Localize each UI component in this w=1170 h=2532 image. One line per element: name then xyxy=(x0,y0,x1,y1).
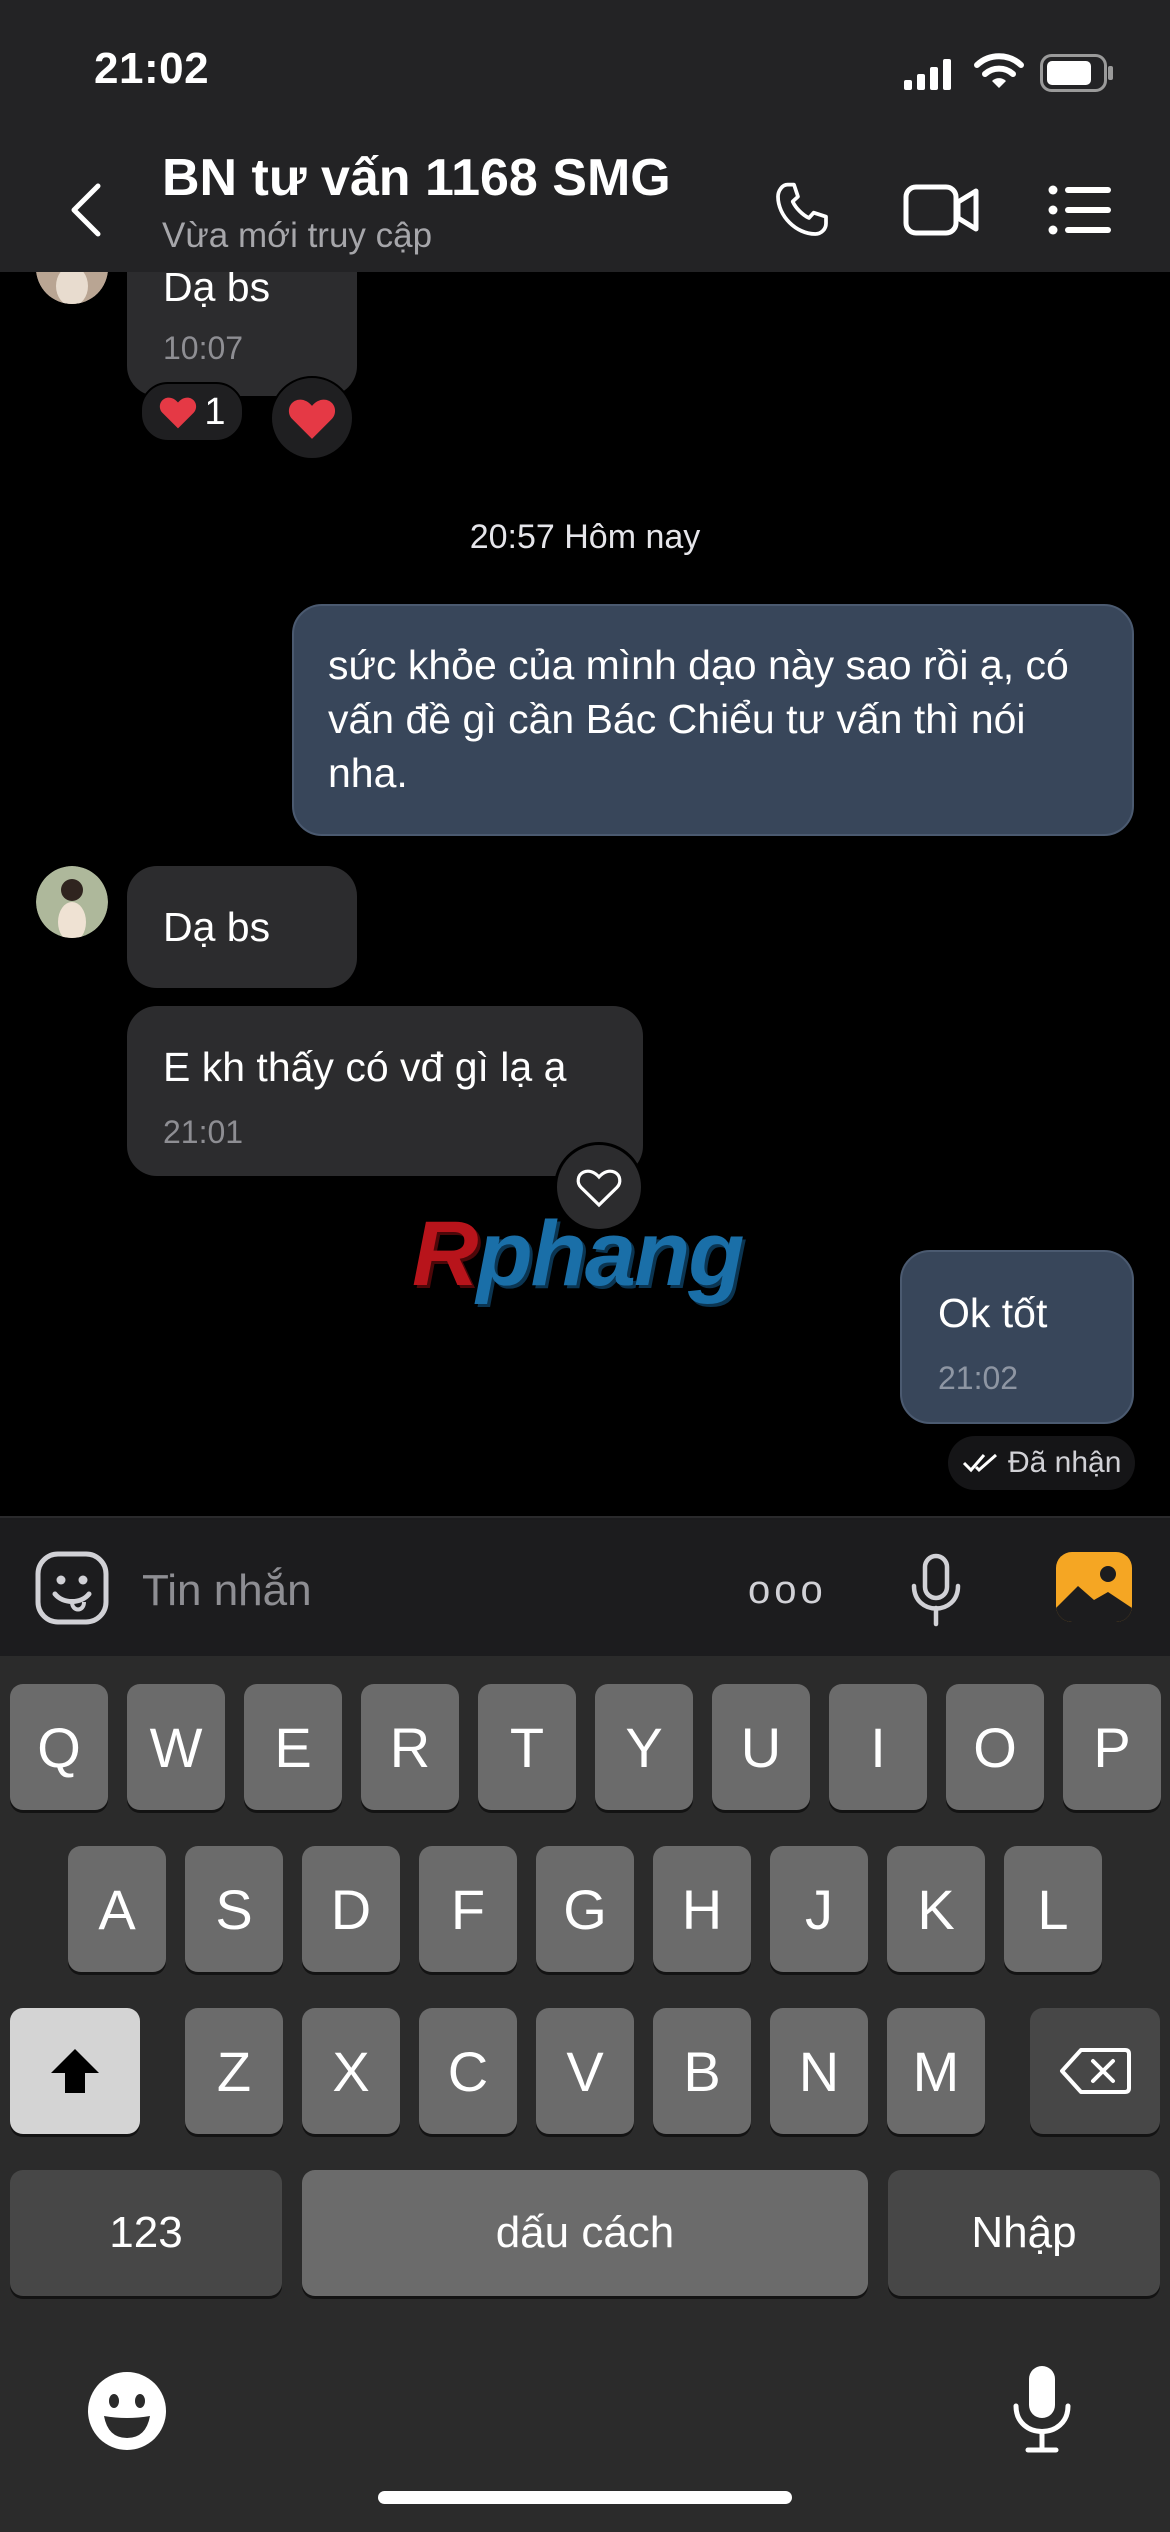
key-o[interactable]: O xyxy=(946,1684,1044,1810)
microphone-icon xyxy=(911,1553,961,1627)
sticker-icon xyxy=(35,1551,109,1625)
video-call-button[interactable] xyxy=(900,170,984,250)
backspace-key[interactable] xyxy=(1030,2008,1160,2134)
key-m[interactable]: M xyxy=(887,2008,985,2134)
menu-button[interactable] xyxy=(1040,170,1120,250)
key-b[interactable]: B xyxy=(653,2008,751,2134)
return-key[interactable]: Nhập xyxy=(888,2170,1160,2296)
key-i[interactable]: I xyxy=(829,1684,927,1810)
key-t[interactable]: T xyxy=(478,1684,576,1810)
photo-icon xyxy=(1056,1566,1132,1622)
back-icon xyxy=(71,183,101,237)
key-z[interactable]: Z xyxy=(185,2008,283,2134)
signal-icon xyxy=(904,58,952,95)
contact-avatar[interactable] xyxy=(36,866,108,938)
message-text: E kh thấy có vđ gì lạ ạ xyxy=(163,1044,567,1090)
message-input[interactable]: Tin nhắn xyxy=(142,1566,312,1616)
key-p[interactable]: P xyxy=(1063,1684,1161,1810)
key-g[interactable]: G xyxy=(536,1846,634,1972)
key-h[interactable]: H xyxy=(653,1846,751,1972)
message-time: 21:01 xyxy=(163,1114,244,1150)
shift-key[interactable] xyxy=(10,2008,140,2134)
heart-icon xyxy=(288,399,336,439)
message-text: Dạ bs xyxy=(163,904,271,950)
shift-icon xyxy=(51,2049,99,2093)
contact-avatar[interactable] xyxy=(36,272,108,304)
key-e[interactable]: E xyxy=(244,1684,342,1810)
battery-icon xyxy=(1040,54,1114,97)
key-n[interactable]: N xyxy=(770,2008,868,2134)
chat-subtitle: Vừa mới truy cập xyxy=(162,216,433,255)
sticker-button[interactable] xyxy=(34,1550,110,1631)
double-check-icon xyxy=(962,1453,997,1473)
delivery-status-text: Đã nhận xyxy=(1008,1446,1122,1479)
outgoing-message[interactable]: sức khỏe của mình dạo này sao rồi ạ, có … xyxy=(292,604,1134,836)
key-w[interactable]: W xyxy=(127,1684,225,1810)
video-call-icon xyxy=(903,184,979,236)
keyboard: Q W E R T Y U I O P A S D F G H J K L Z … xyxy=(0,1656,1170,2532)
backspace-icon xyxy=(1060,2048,1131,2094)
key-s[interactable]: S xyxy=(185,1846,283,1972)
call-button[interactable] xyxy=(760,170,844,250)
dictation-microphone-icon xyxy=(1013,2366,1071,2453)
emoji-keyboard-button[interactable] xyxy=(86,2370,168,2457)
message-time: 21:02 xyxy=(938,1360,1019,1396)
back-button[interactable] xyxy=(56,170,116,250)
chat-area[interactable]: Dạ bs 10:07 1 20:57 Hôm nay sức khỏe của… xyxy=(0,272,1170,1516)
key-u[interactable]: U xyxy=(712,1684,810,1810)
key-y[interactable]: Y xyxy=(595,1684,693,1810)
message-time: 10:07 xyxy=(163,330,244,366)
react-button[interactable] xyxy=(270,376,354,460)
key-x[interactable]: X xyxy=(302,2008,400,2134)
incoming-message[interactable]: Dạ bs xyxy=(127,866,357,988)
more-options-button[interactable]: ooo xyxy=(748,1568,827,1613)
delivery-status: Đã nhận xyxy=(948,1436,1136,1490)
watermark-text: phang xyxy=(476,1203,744,1305)
key-a[interactable]: A xyxy=(68,1846,166,1972)
key-j[interactable]: J xyxy=(770,1846,868,1972)
chat-header: 21:02 BN tư vấn 1168 SMG Vừa mới truy cậ… xyxy=(0,0,1170,274)
message-text: Dạ bs xyxy=(163,272,271,310)
key-q[interactable]: Q xyxy=(10,1684,108,1810)
numbers-key[interactable]: 123 xyxy=(10,2170,282,2296)
heart-icon xyxy=(160,397,197,429)
key-d[interactable]: D xyxy=(302,1846,400,1972)
message-text: Ok tốt xyxy=(938,1290,1048,1336)
date-separator: 20:57 Hôm nay xyxy=(469,518,701,556)
voice-record-button[interactable] xyxy=(906,1552,966,1633)
key-l[interactable]: L xyxy=(1004,1846,1102,1972)
wifi-icon xyxy=(974,52,1024,95)
reaction-badge[interactable]: 1 xyxy=(140,382,244,442)
outgoing-message[interactable]: Ok tốt 21:02 xyxy=(900,1250,1134,1424)
photo-button[interactable] xyxy=(1056,1552,1132,1622)
incoming-message[interactable]: E kh thấy có vđ gì lạ ạ 21:01 xyxy=(127,1006,643,1176)
watermark-logo: Rphang xyxy=(412,1203,744,1305)
key-k[interactable]: K xyxy=(887,1846,985,1972)
key-r[interactable]: R xyxy=(361,1684,459,1810)
message-text: sức khỏe của mình dạo này sao rồi ạ, có … xyxy=(328,642,1069,796)
status-time: 21:02 xyxy=(94,44,210,93)
space-key[interactable]: dấu cách xyxy=(302,2170,868,2296)
key-v[interactable]: V xyxy=(536,2008,634,2134)
message-input-bar: Tin nhắn ooo xyxy=(0,1516,1170,1658)
reaction-count: 1 xyxy=(204,390,226,433)
key-c[interactable]: C xyxy=(419,2008,517,2134)
emoji-icon xyxy=(88,2372,166,2450)
home-indicator[interactable] xyxy=(378,2491,792,2504)
list-menu-icon xyxy=(1048,185,1111,235)
chat-title[interactable]: BN tư vấn 1168 SMG xyxy=(162,148,671,208)
key-f[interactable]: F xyxy=(419,1846,517,1972)
dictation-button[interactable] xyxy=(1010,2364,1074,2461)
phone-icon xyxy=(776,182,828,236)
